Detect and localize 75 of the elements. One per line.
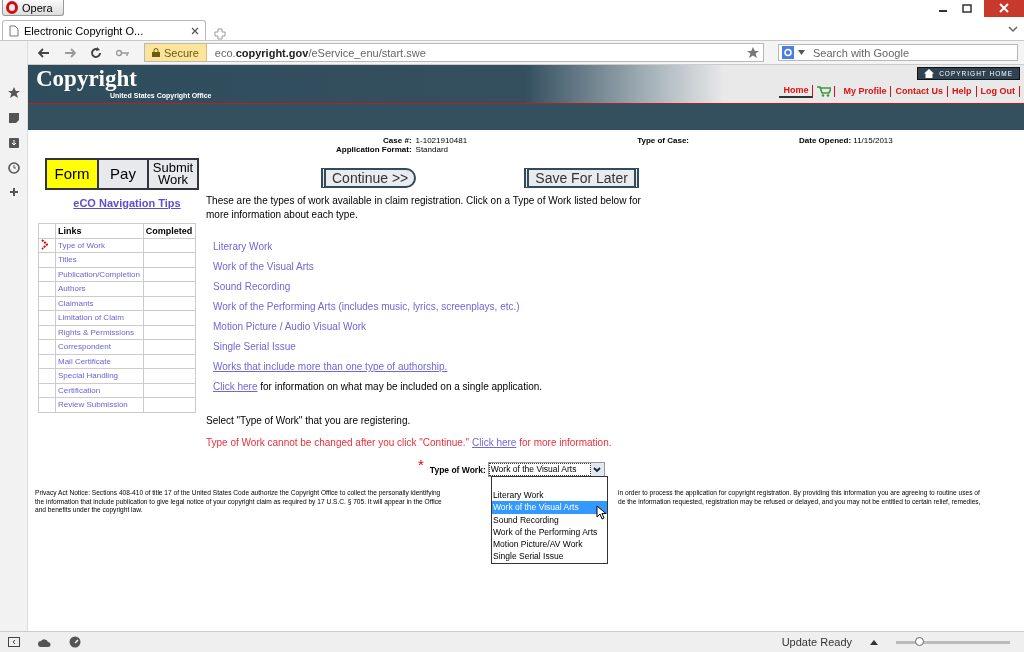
- reload-icon[interactable]: [90, 46, 102, 59]
- chevron-icon: [593, 466, 602, 473]
- nav-link[interactable]: Help: [948, 86, 977, 97]
- up-arrow-icon[interactable]: [870, 639, 878, 645]
- action-button[interactable]: Save For Later: [524, 168, 639, 188]
- nav-link[interactable]: Home: [779, 85, 814, 98]
- work-type-link[interactable]: Single Serial Issue: [213, 340, 1024, 353]
- field-label: Type of Case:: [637, 136, 690, 147]
- action-button[interactable]: Continue >>: [321, 168, 417, 188]
- maximize-icon[interactable]: [960, 3, 974, 14]
- search-field[interactable]: Search with Google: [778, 44, 1018, 61]
- work-type-link[interactable]: Literary Work: [213, 240, 1024, 253]
- dropdown-option[interactable]: Literary Work: [492, 489, 607, 502]
- star-icon[interactable]: [7, 87, 20, 99]
- chevron-icon[interactable]: [1008, 25, 1018, 33]
- nav-link[interactable]: Log Out: [976, 86, 1020, 97]
- work-type-link[interactable]: Sound Recording: [213, 280, 1024, 293]
- click-here-link[interactable]: Click here: [213, 381, 258, 392]
- dropdown-option[interactable]: Work of the Visual Arts: [492, 501, 607, 514]
- work-type-link[interactable]: Motion Picture / Audio Visual Work: [213, 320, 1024, 333]
- panel-toggle-icon[interactable]: [8, 637, 20, 647]
- opera-menu-button[interactable]: Opera: [2, 0, 64, 16]
- field-label: Case #:: [382, 136, 412, 145]
- field-label: Date Opened:: [799, 136, 852, 145]
- work-type-link[interactable]: Work of the Visual Arts: [213, 260, 1024, 273]
- column-header: Links: [55, 223, 144, 238]
- close-icon[interactable]: [984, 0, 1024, 17]
- warning-text: Type of Work cannot be changed after you click "Continue.": [206, 437, 470, 448]
- step-tab[interactable]: Pay: [97, 160, 147, 188]
- step-tab[interactable]: Form: [47, 160, 97, 188]
- field-value: 11/15/2013: [853, 136, 893, 145]
- update-status[interactable]: Update Ready: [781, 636, 852, 648]
- plus-icon[interactable]: [8, 187, 19, 197]
- dropdown-option[interactable]: Sound Recording: [492, 513, 607, 526]
- navigation-tips-link[interactable]: eCO Navigation Tips: [73, 197, 181, 209]
- cart-icon[interactable]: [817, 86, 836, 97]
- warning-text: for more information.: [519, 437, 612, 448]
- field-label: Application Format:: [336, 145, 412, 154]
- address-field[interactable]: Secure eco.copyright.gov/eService_enu/start.swe: [144, 43, 764, 62]
- section-link[interactable]: Titles: [58, 255, 77, 265]
- note-icon[interactable]: [7, 112, 20, 124]
- download-icon[interactable]: [7, 137, 20, 149]
- dropdown-option[interactable]: Motion Picture/AV Work: [492, 538, 607, 551]
- required-mark: *: [418, 456, 424, 473]
- dropdown-option[interactable]: Work of the Performing Arts: [492, 525, 607, 539]
- clock-icon[interactable]: [7, 162, 20, 174]
- bookmark-star-icon[interactable]: [747, 46, 759, 59]
- nav-link[interactable]: Contact Us: [891, 86, 948, 97]
- key-icon[interactable]: [116, 48, 130, 57]
- speedometer-icon[interactable]: [69, 636, 81, 648]
- home-icon: [924, 69, 935, 78]
- back-icon[interactable]: [38, 47, 50, 58]
- step-tab[interactable]: Submit Work: [147, 160, 197, 188]
- cloud-icon[interactable]: [38, 637, 51, 647]
- site-logo[interactable]: Copyright: [36, 67, 137, 91]
- tab-title: Electronic Copyright O...: [24, 24, 145, 37]
- close-icon[interactable]: [191, 26, 199, 35]
- field-value: 1-1021910481: [415, 136, 468, 145]
- select-prompt: Select "Type of Work" that you are registering.: [206, 415, 412, 426]
- forward-icon[interactable]: [64, 47, 76, 58]
- zoom-slider[interactable]: [896, 640, 1010, 644]
- dropdown-option[interactable]: Single Serial Issue: [492, 550, 607, 563]
- field-value: Standard: [415, 145, 450, 154]
- caret-icon[interactable]: [798, 50, 805, 55]
- page-icon: [9, 24, 19, 37]
- field-label: Type of Work:: [429, 464, 486, 475]
- intro-text: These are the types of work available in claim registration. Click on a Type of Work listed below for more information about each type.: [206, 194, 642, 222]
- work-type-link[interactable]: Works that include more than one type of authorship.: [213, 360, 1024, 373]
- work-type-link[interactable]: Work of the Performing Arts (includes music, lyrics, screenplays, etc.): [213, 300, 1024, 313]
- nav-link[interactable]: My Profile: [839, 86, 892, 97]
- secure-badge[interactable]: Secure: [145, 44, 207, 61]
- click-here-link[interactable]: Click here: [471, 437, 517, 448]
- browser-tab[interactable]: Electronic Copyright O...: [2, 20, 206, 40]
- column-header: Completed: [143, 223, 196, 238]
- info-text: for information on what may be included on a single application.: [260, 381, 543, 392]
